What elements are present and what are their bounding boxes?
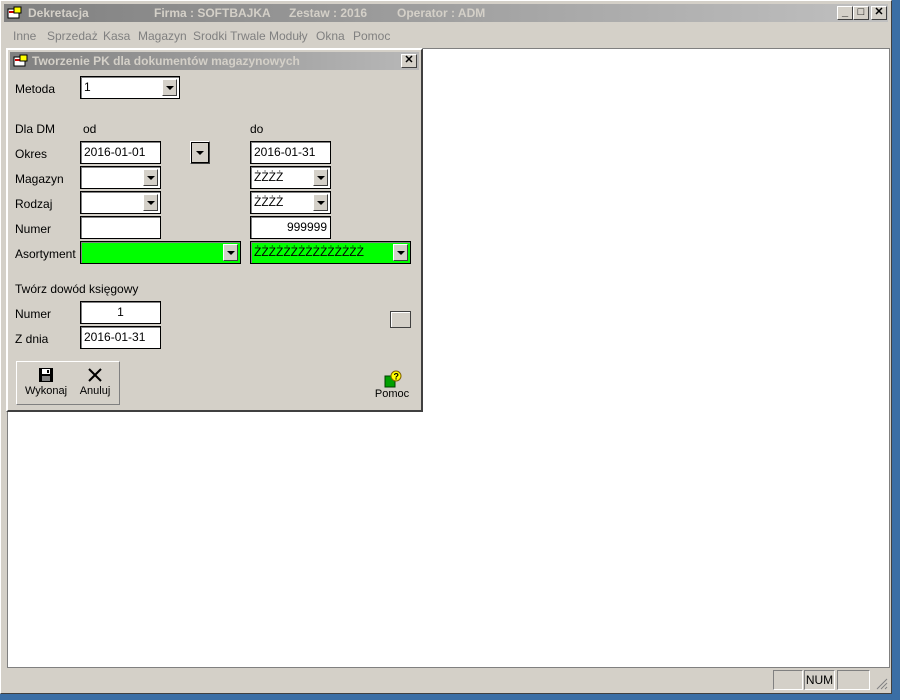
metoda-label: Metoda	[15, 82, 56, 96]
extra-option-button[interactable]	[390, 311, 411, 328]
cancel-x-icon	[88, 368, 102, 382]
zestaw-label: Zestaw : 2016	[289, 6, 368, 20]
app-title: Dekretacja	[28, 6, 89, 20]
rodzaj-label: Rodzaj	[15, 197, 53, 211]
minimize-icon: _	[841, 6, 849, 18]
asortyment-do-select[interactable]: ŻŻŻŻŻŻŻŻŻŻŻŻŻŻŻ	[250, 241, 411, 264]
dla-dm-label: Dla DM	[15, 122, 56, 136]
operator-label: Operator : ADM	[397, 6, 486, 20]
dropdown-arrow-icon[interactable]	[143, 194, 158, 211]
dropdown-arrow-icon[interactable]	[223, 244, 238, 261]
rodzaj-od-select[interactable]	[80, 191, 161, 214]
dropdown-arrow-icon[interactable]	[313, 169, 328, 186]
menu-magazyn[interactable]: Magazyn	[138, 29, 187, 43]
magazyn-label: Magazyn	[15, 172, 64, 186]
close-icon: ✕	[874, 6, 884, 18]
svg-text:?: ?	[394, 372, 400, 382]
asortyment-label: Asortyment	[15, 247, 76, 261]
dropdown-arrow-icon[interactable]	[162, 79, 177, 96]
menu-inne[interactable]: Inne	[13, 29, 36, 43]
numer-do-field[interactable]: 999999	[250, 216, 331, 239]
save-disk-icon	[39, 368, 53, 382]
menu-okna[interactable]: Okna	[316, 29, 345, 43]
firma-label: Firma : SOFTBAJKA	[154, 6, 271, 20]
action-toolbar: Wykonaj Anuluj	[16, 361, 120, 405]
asortyment-od-select[interactable]	[80, 241, 241, 264]
dropdown-arrow-icon[interactable]	[143, 169, 158, 186]
size-grip-icon[interactable]	[876, 678, 888, 690]
okres-label: Okres	[15, 147, 48, 161]
main-titlebar: Dekretacja Firma : SOFTBAJKA Zestaw : 20…	[4, 4, 888, 22]
app-icon	[7, 6, 22, 19]
dowod-label: Twórz dowód księgowy	[15, 282, 139, 296]
menu-moduly[interactable]: Moduły	[269, 29, 308, 43]
app-icon	[13, 54, 28, 67]
close-button[interactable]: ✕	[871, 6, 887, 20]
menu-kasa[interactable]: Kasa	[103, 29, 130, 43]
pomoc-label: Pomoc	[374, 388, 410, 400]
status-panel-1	[773, 670, 803, 690]
zdnia-label: Z dnia	[15, 332, 49, 346]
wykonaj-label: Wykonaj	[24, 385, 68, 397]
dowod-numer-label: Numer	[15, 307, 52, 321]
wykonaj-button[interactable]: Wykonaj	[23, 364, 69, 402]
numer-od-field[interactable]	[80, 216, 161, 239]
dialog-titlebar: Tworzenie PK dla dokumentów magazynowych…	[10, 52, 419, 70]
status-panel-3	[837, 670, 870, 690]
menu-sprzedaz[interactable]: Sprzedaż	[47, 29, 98, 43]
maximize-button[interactable]: □	[853, 6, 869, 20]
anuluj-button[interactable]: Anuluj	[75, 364, 115, 402]
dialog-close-button[interactable]: ✕	[401, 54, 417, 68]
zdnia-field[interactable]: 2016-01-31	[80, 326, 161, 349]
rodzaj-do-select[interactable]: ŻŻŻŻ	[250, 191, 331, 214]
status-bar: NUM	[4, 668, 890, 692]
rodzaj-do-value: ŻŻŻŻ	[254, 195, 284, 209]
magazyn-od-select[interactable]	[80, 166, 161, 189]
okres-do-field[interactable]: 2016-01-31	[250, 141, 331, 164]
dialog-title: Tworzenie PK dla dokumentów magazynowych	[32, 54, 300, 68]
metoda-select[interactable]: 1	[80, 76, 180, 99]
od-label: od	[83, 122, 97, 136]
dropdown-arrow-icon[interactable]	[313, 194, 328, 211]
dropdown-arrow-icon[interactable]	[393, 244, 408, 261]
anuluj-label: Anuluj	[79, 385, 111, 397]
okres-calendar-button[interactable]	[190, 141, 210, 164]
numer-label: Numer	[15, 222, 52, 236]
status-num: NUM	[804, 670, 835, 690]
minimize-button[interactable]: _	[837, 6, 853, 20]
magazyn-do-value: ŻŻŻŻ	[254, 170, 284, 184]
pomoc-button[interactable]: ? Pomoc	[372, 368, 412, 406]
pk-dialog: Tworzenie PK dla dokumentów magazynowych…	[6, 48, 423, 412]
menu-srodki-trwale[interactable]: Srodki Trwale	[193, 29, 266, 43]
do-label: do	[250, 122, 264, 136]
menu-pomoc[interactable]: Pomoc	[353, 29, 390, 43]
asortyment-do-value: ŻŻŻŻŻŻŻŻŻŻŻŻŻŻŻ	[254, 245, 364, 259]
metoda-value: 1	[84, 80, 91, 94]
magazyn-do-select[interactable]: ŻŻŻŻ	[250, 166, 331, 189]
close-icon: ✕	[404, 54, 414, 66]
maximize-icon: □	[857, 6, 865, 18]
okres-od-field[interactable]: 2016-01-01	[80, 141, 161, 164]
dowod-numer-field[interactable]: 1	[80, 301, 161, 324]
help-icon: ?	[384, 370, 402, 388]
